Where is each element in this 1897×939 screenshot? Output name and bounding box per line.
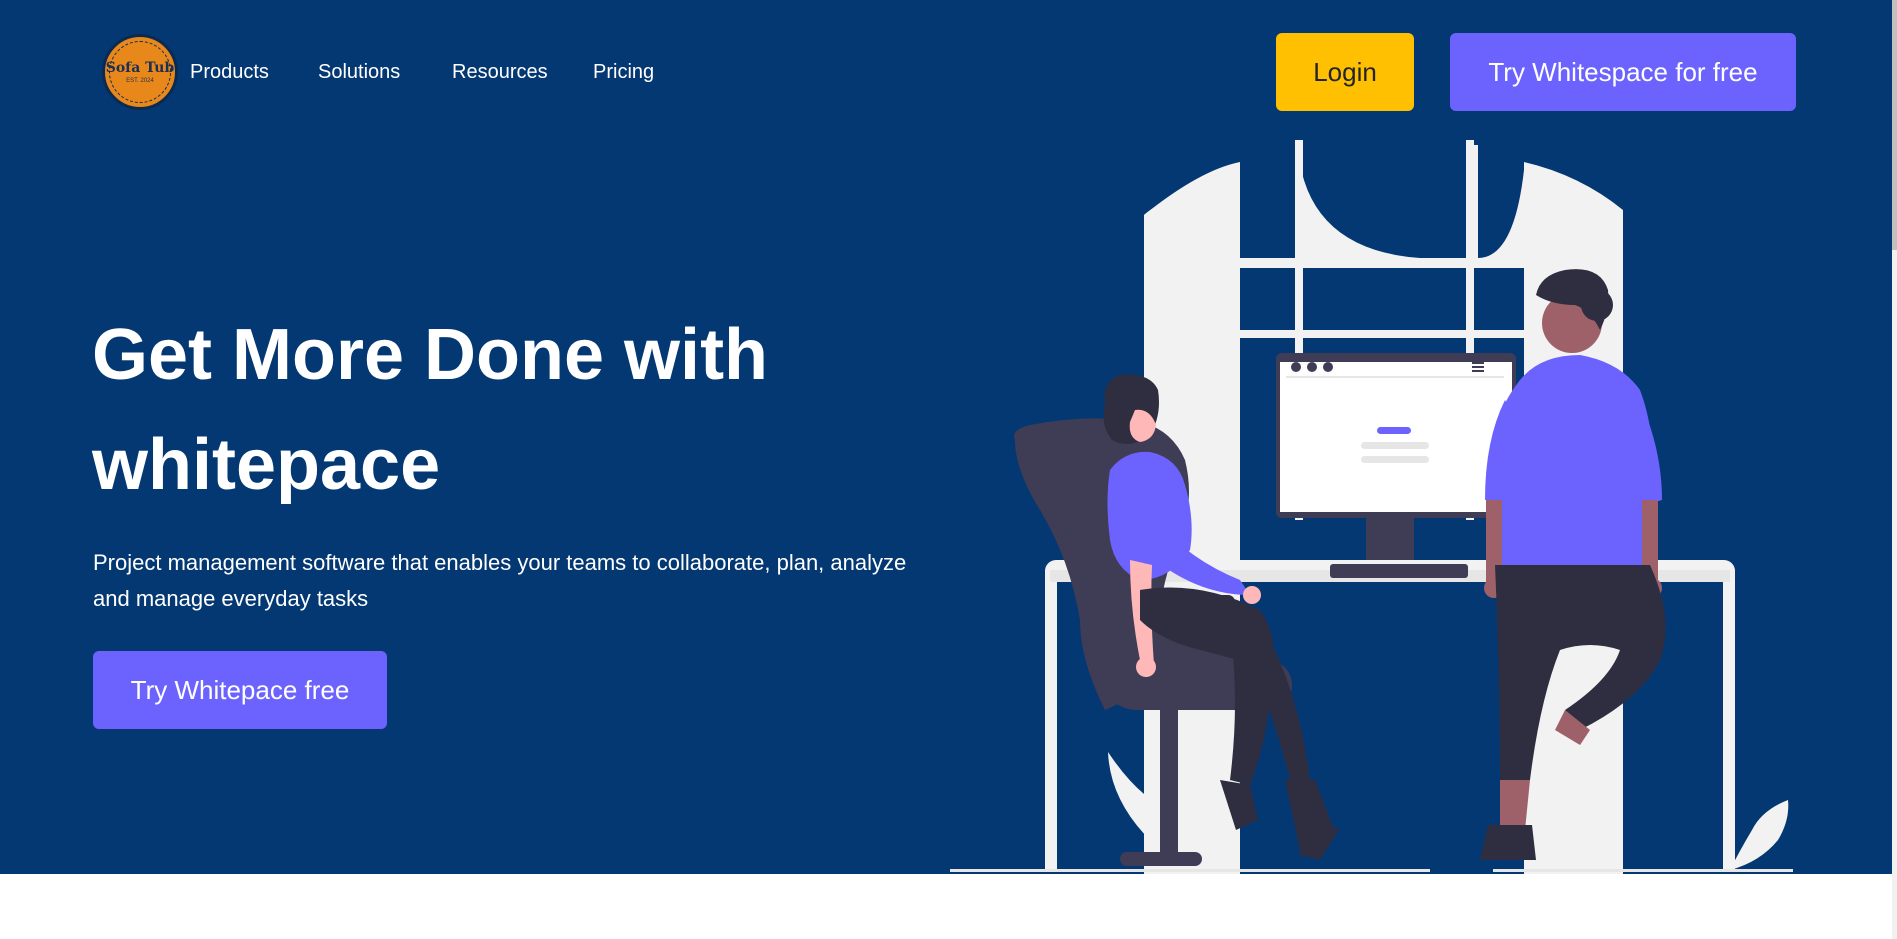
- brand-logo[interactable]: Sofa Tub EST. 2024: [102, 34, 178, 110]
- login-button[interactable]: Login: [1276, 33, 1414, 111]
- team-working-illustration: [950, 140, 1793, 874]
- below-fold-section: [0, 874, 1892, 939]
- landing-page: Sofa Tub EST. 2024 Products Solutions Re…: [0, 0, 1897, 939]
- hero-section: Sofa Tub EST. 2024 Products Solutions Re…: [0, 0, 1892, 874]
- hero-headline: Get More Done with whitepace: [92, 300, 952, 520]
- headline-line-1: Get More Done with: [92, 315, 769, 395]
- nav-item-products[interactable]: Products: [190, 61, 269, 84]
- logo-ring: [109, 41, 171, 103]
- page-scrollbar[interactable]: [1892, 0, 1897, 939]
- nav-item-solutions[interactable]: Solutions: [318, 61, 400, 84]
- try-free-header-button[interactable]: Try Whitespace for free: [1450, 33, 1796, 111]
- floor-line-left: [950, 869, 1430, 872]
- plant-right: [1730, 800, 1789, 870]
- floor-line-right: [1493, 869, 1793, 872]
- hero-subtext: Project management software that enables…: [93, 550, 907, 611]
- nav-item-pricing[interactable]: Pricing: [593, 61, 654, 84]
- headline-line-2: whitepace: [92, 425, 441, 505]
- scrollbar-thumb[interactable]: [1892, 0, 1897, 250]
- nav-item-resources[interactable]: Resources: [452, 61, 548, 84]
- try-free-hero-button[interactable]: Try Whitepace free: [93, 651, 387, 729]
